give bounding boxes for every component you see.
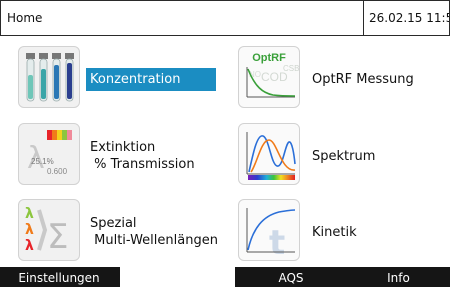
spezial-label: Spezial Multi-Wellenlängen <box>90 216 218 248</box>
extinction-icon: λ 25.1% 0.600 <box>18 123 80 185</box>
menu-item-spektrum[interactable]: Spektrum <box>238 123 438 187</box>
svg-text:λ: λ <box>25 206 34 222</box>
spectrum-icon <box>238 123 300 185</box>
menu-item-kinetik[interactable]: t Kinetik <box>238 199 438 263</box>
concentration-icon <box>18 46 80 108</box>
svg-text:Σ: Σ <box>47 217 68 257</box>
menu-item-extinktion[interactable]: λ 25.1% 0.600 Extinktion % Transmission <box>18 123 218 187</box>
konzentration-label: Konzentration <box>86 68 216 91</box>
kinetics-icon: t <box>238 199 300 261</box>
settings-button[interactable]: Einstellungen <box>0 267 118 287</box>
optrf-cod-text: COD <box>261 70 288 84</box>
svg-text:λ: λ <box>25 238 34 254</box>
blank-softkey-button[interactable] <box>120 267 235 287</box>
menu-item-spezial-multi-wellenlaengen[interactable]: λ λ λ Σ Spezial Multi-Wellenlängen <box>18 199 228 263</box>
optrf-messung-label: OptRF Messung <box>312 72 414 87</box>
menu-item-optrf-messung[interactable]: OptRF CSB COD NO OptRF Messung <box>238 46 438 110</box>
extinktion-label: Extinktion % Transmission <box>90 140 195 172</box>
optrf-icon: OptRF CSB COD NO <box>238 46 300 108</box>
extinction-value-text: 0.600 <box>47 167 68 176</box>
title-divider <box>363 1 364 35</box>
aqs-button[interactable]: AQS <box>237 267 345 287</box>
spektrum-label: Spektrum <box>312 149 376 164</box>
date-time-display: 26.02.15 11:50 <box>369 11 449 25</box>
extinction-percent-text: 25.1% <box>31 157 54 166</box>
title-bar: Home 26.02.15 11:50 <box>0 0 450 36</box>
svg-text:t: t <box>269 223 285 261</box>
kinetik-label: Kinetik <box>312 225 357 240</box>
multi-wavelength-icon: λ λ λ Σ <box>18 199 80 261</box>
optrf-title-text: OptRF <box>252 52 286 64</box>
info-button[interactable]: Info <box>347 267 450 287</box>
svg-text:λ: λ <box>25 222 34 238</box>
page-title: Home <box>7 11 43 25</box>
menu-item-konzentration[interactable]: Konzentration <box>18 46 218 110</box>
